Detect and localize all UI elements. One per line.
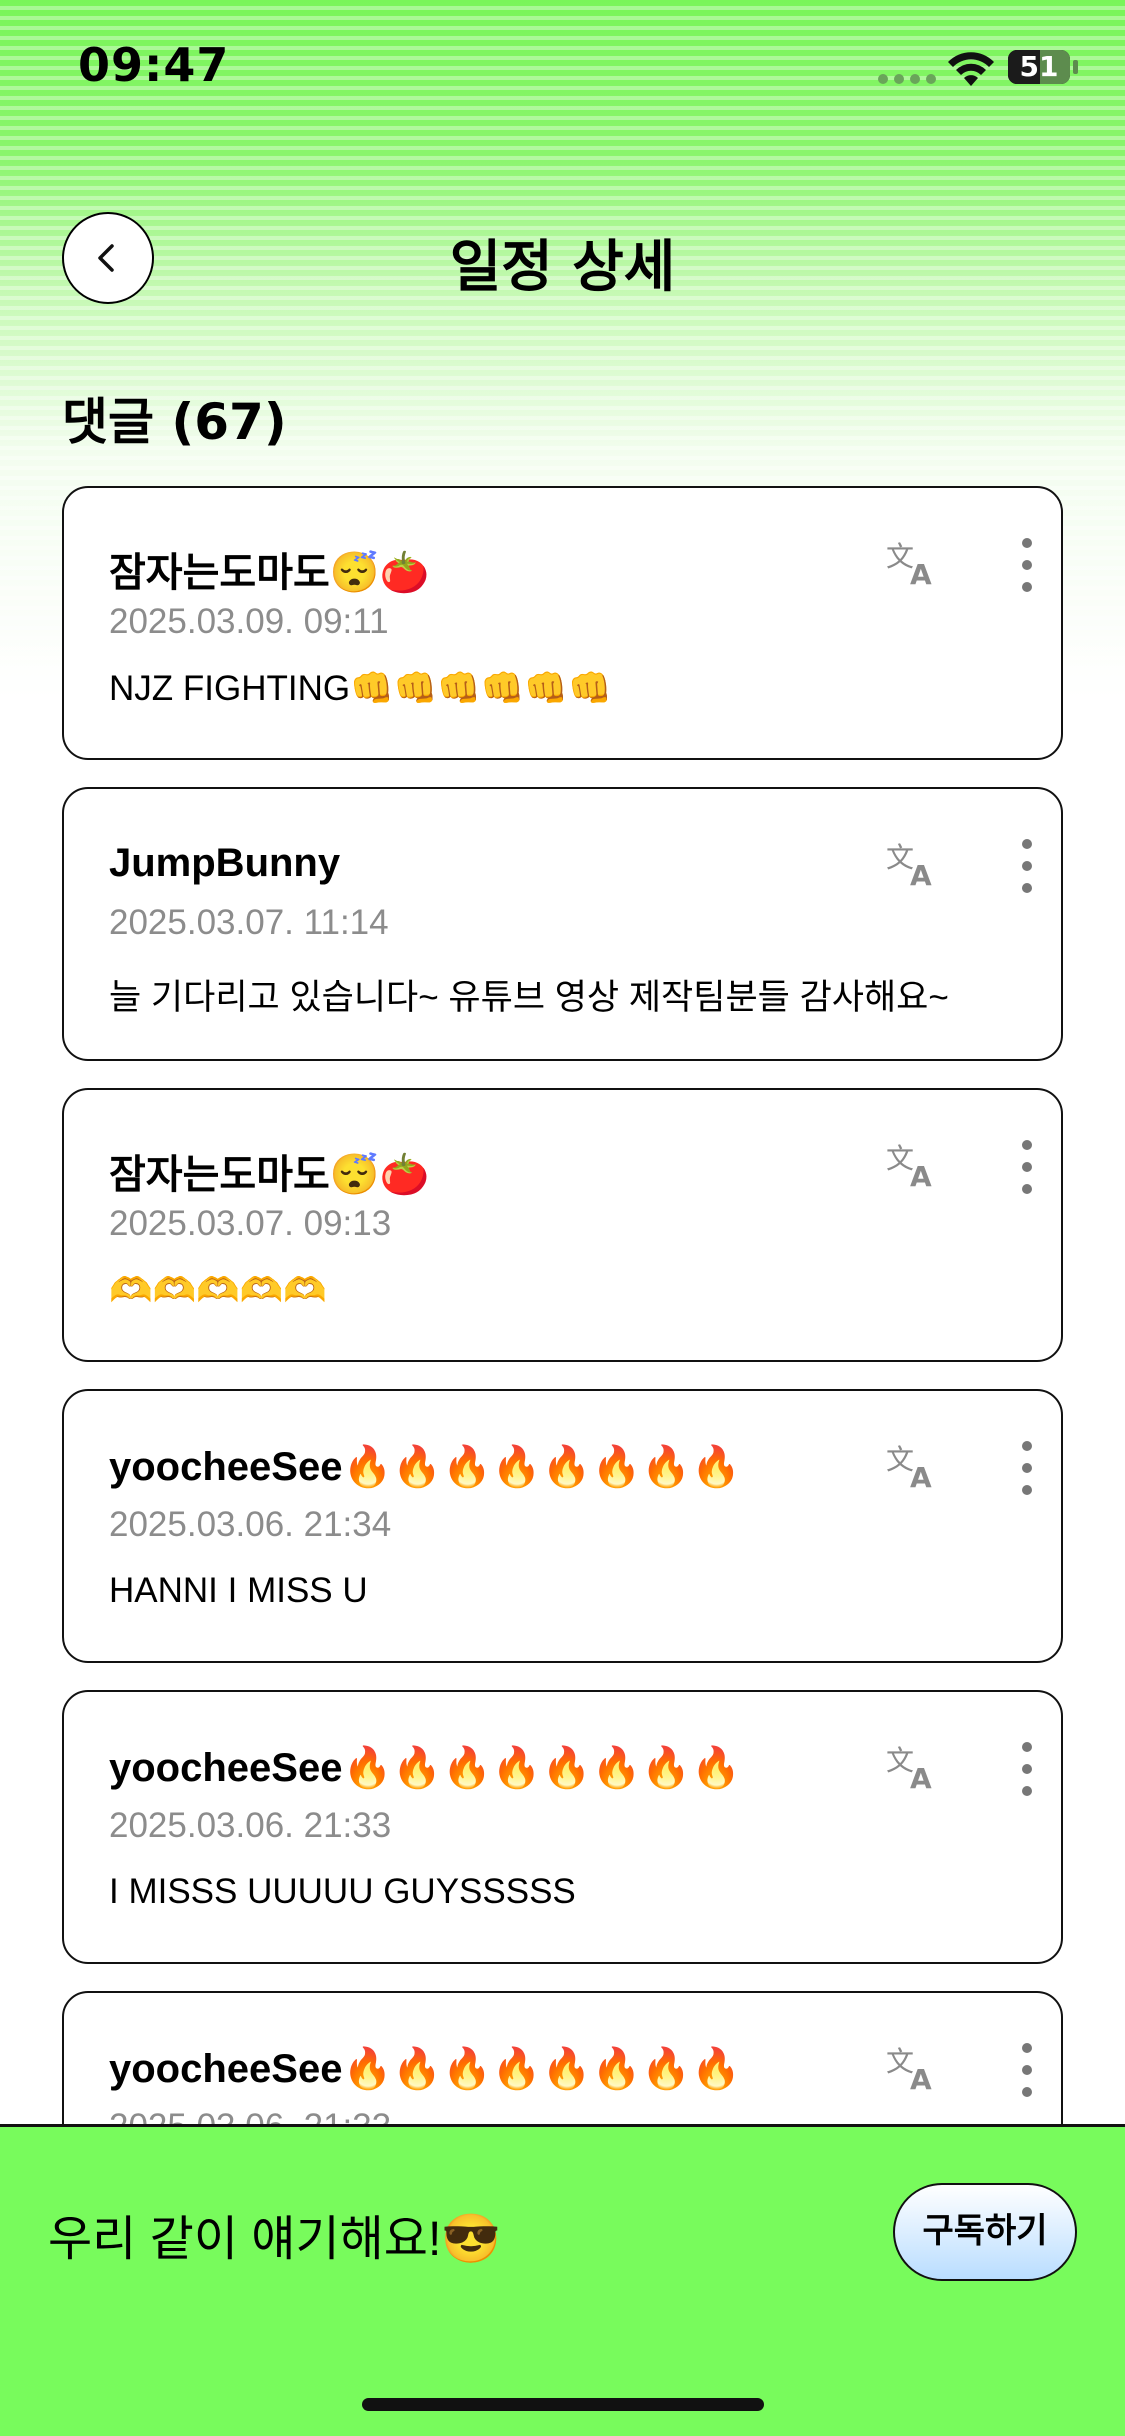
more-options-button[interactable] <box>1019 1140 1035 1194</box>
more-options-button[interactable] <box>1019 538 1035 592</box>
translate-icon[interactable]: 文 A <box>884 1742 940 1792</box>
comment-text: NJZ FIGHTING👊👊👊👊👊👊 <box>109 669 612 708</box>
svg-text:A: A <box>910 1461 932 1491</box>
comment-list: 잠자는도마도😴🍅 2025.03.09. 09:11 NJZ FIGHTING👊… <box>62 486 1063 2292</box>
status-bar: 09:47 51 <box>0 0 1125 130</box>
more-vertical-icon <box>1022 1140 1032 1150</box>
battery-cap <box>1073 60 1078 74</box>
comment-text: 🫶🫶🫶🫶🫶 <box>109 1271 327 1310</box>
comment-author: yoocheeSee🔥🔥🔥🔥🔥🔥🔥🔥 <box>109 1746 741 1790</box>
subscribe-button[interactable]: 구독하기 <box>893 2183 1077 2281</box>
comment-text: HANNI I MISS U <box>109 1571 368 1610</box>
comment-date: 2025.03.06. 21:34 <box>109 1505 392 1544</box>
comment-author: 잠자는도마도😴🍅 <box>109 1153 430 1197</box>
comment-author: JumpBunny <box>109 841 341 885</box>
navigation-bar: 일정 상세 <box>0 200 1125 320</box>
comment-card: yoocheeSee🔥🔥🔥🔥🔥🔥🔥🔥 2025.03.06. 21:33 I M… <box>62 1690 1063 1964</box>
chat-prompt-text: 우리 같이 얘기해요!😎 <box>48 2213 502 2266</box>
more-options-button[interactable] <box>1019 1742 1035 1796</box>
battery-level: 51 <box>1019 50 1059 83</box>
more-options-button[interactable] <box>1019 839 1035 893</box>
translate-icon[interactable]: 文 A <box>884 538 940 588</box>
translate-icon[interactable]: 文 A <box>884 2043 940 2093</box>
comment-card: 잠자는도마도😴🍅 2025.03.07. 09:13 🫶🫶🫶🫶🫶 文 A <box>62 1088 1063 1362</box>
status-time: 09:47 <box>78 38 230 92</box>
bottom-bar: 우리 같이 얘기해요!😎 구독하기 <box>0 2124 1125 2436</box>
comment-date: 2025.03.09. 09:11 <box>109 602 389 641</box>
comments-section-title: 댓글 (67) <box>62 393 287 451</box>
comment-card: JumpBunny 2025.03.07. 11:14 늘 기다리고 있습니다~… <box>62 787 1063 1061</box>
comment-author: yoocheeSee🔥🔥🔥🔥🔥🔥🔥🔥 <box>109 2047 741 2091</box>
more-vertical-icon <box>1022 2043 1032 2053</box>
svg-text:A: A <box>910 1160 932 1190</box>
more-vertical-icon <box>1022 1441 1032 1451</box>
more-vertical-icon <box>1022 839 1032 849</box>
comment-author: yoocheeSee🔥🔥🔥🔥🔥🔥🔥🔥 <box>109 1445 741 1489</box>
wifi-icon <box>948 52 994 86</box>
svg-text:A: A <box>910 558 932 588</box>
comment-date: 2025.03.07. 11:14 <box>109 903 389 942</box>
more-vertical-icon <box>1022 538 1032 548</box>
more-options-button[interactable] <box>1019 1441 1035 1495</box>
comment-card: 잠자는도마도😴🍅 2025.03.09. 09:11 NJZ FIGHTING👊… <box>62 486 1063 760</box>
translate-icon[interactable]: 文 A <box>884 839 940 889</box>
comment-text: I MISSS UUUUU GUYSSSSS <box>109 1872 576 1911</box>
more-options-button[interactable] <box>1019 2043 1035 2097</box>
svg-text:A: A <box>910 2063 932 2093</box>
comment-date: 2025.03.06. 21:33 <box>109 1806 392 1845</box>
svg-text:A: A <box>910 1762 932 1792</box>
svg-text:A: A <box>910 859 932 889</box>
page-title: 일정 상세 <box>449 235 676 300</box>
comment-date: 2025.03.07. 09:13 <box>109 1204 392 1243</box>
cellular-signal-icon <box>878 74 936 84</box>
more-vertical-icon <box>1022 1742 1032 1752</box>
translate-icon[interactable]: 文 A <box>884 1140 940 1190</box>
comment-card: yoocheeSee🔥🔥🔥🔥🔥🔥🔥🔥 2025.03.06. 21:34 HAN… <box>62 1389 1063 1663</box>
translate-icon[interactable]: 文 A <box>884 1441 940 1491</box>
comment-text: 늘 기다리고 있습니다~ 유튜브 영상 제작팀분들 감사해요~ <box>109 978 949 1017</box>
comment-author: 잠자는도마도😴🍅 <box>109 551 430 595</box>
home-indicator[interactable] <box>362 2398 764 2411</box>
battery-icon: 51 <box>1008 50 1070 84</box>
